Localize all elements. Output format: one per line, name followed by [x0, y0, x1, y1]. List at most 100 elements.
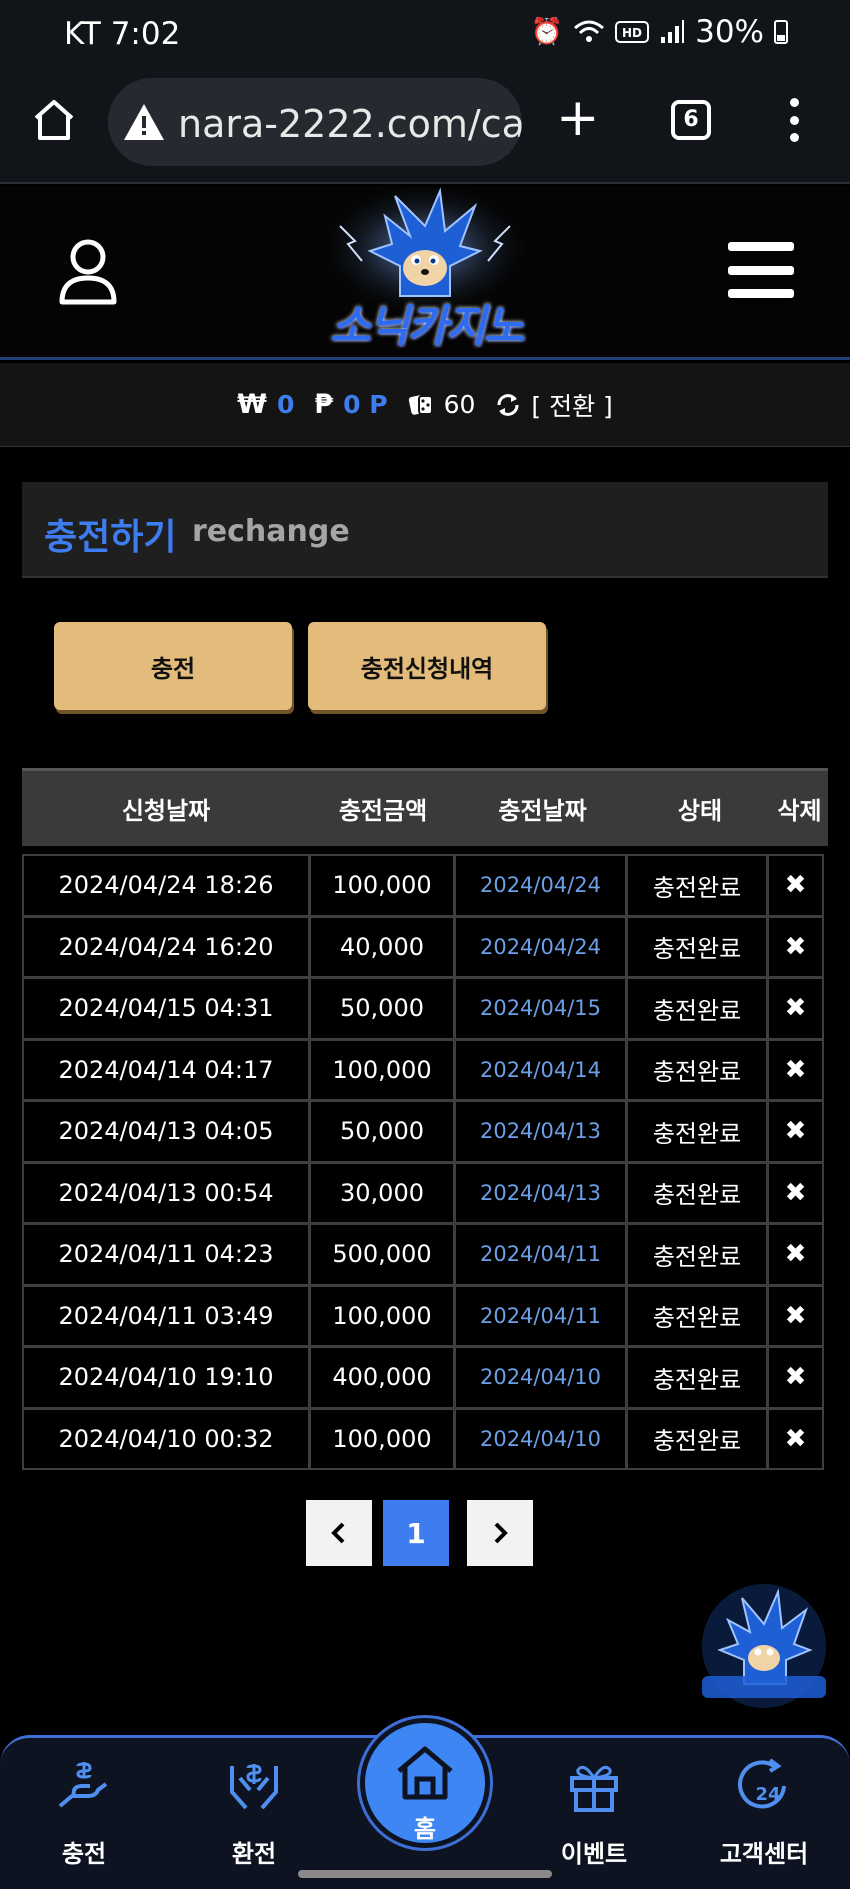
more-options-icon[interactable] — [786, 98, 802, 142]
nav-event[interactable]: 이벤트 — [534, 1756, 654, 1869]
header-amount: 충전금액 — [338, 797, 428, 825]
hamburger-menu-icon[interactable] — [728, 242, 794, 298]
logo-text: 소닉카지노 — [330, 301, 524, 352]
point-balance: ₱ 0 P — [314, 389, 387, 420]
cell-charged: 2024/04/11 — [454, 1223, 627, 1286]
battery-icon — [774, 20, 788, 44]
exchange-hands-icon[interactable] — [224, 1756, 284, 1816]
header-delete: 삭제 — [777, 797, 822, 825]
cell-status: 충전완료 — [626, 854, 768, 917]
nav-exchange[interactable]: 환전 — [194, 1756, 314, 1869]
delete-icon[interactable]: ✖ — [767, 1223, 824, 1286]
cell-requested: 2024/04/11 03:49 — [22, 1284, 310, 1347]
charge-history-button[interactable]: 충전신청내역 — [308, 622, 546, 710]
cell-status: 충전완료 — [626, 1038, 768, 1101]
chevron-left-icon[interactable] — [327, 1521, 351, 1545]
header-status: 상태 — [677, 797, 723, 825]
signal-icon — [661, 20, 685, 43]
charge-button[interactable]: 충전 — [54, 622, 292, 710]
cell-amount: 100,000 — [309, 1284, 455, 1347]
cell-charged: 2024/04/10 — [454, 1346, 627, 1409]
nav-home[interactable]: 홈 — [360, 1718, 490, 1848]
table-header: 신청날짜 충전금액 충전날짜 상태 삭제 — [22, 768, 828, 846]
delete-icon[interactable]: ✖ — [767, 1346, 824, 1409]
delete-icon[interactable]: ✖ — [767, 1038, 824, 1101]
site-logo[interactable]: 소닉카지노 — [300, 186, 550, 356]
charge-hand-icon[interactable] — [54, 1756, 114, 1816]
cell-requested: 2024/04/10 00:32 — [22, 1407, 310, 1470]
delete-icon[interactable]: ✖ — [767, 1407, 824, 1470]
delete-icon[interactable]: ✖ — [767, 1161, 824, 1224]
convert-button[interactable]: [ 전환 ] — [495, 387, 613, 423]
cell-amount: 100,000 — [309, 1038, 455, 1101]
wifi-icon — [574, 20, 605, 42]
cell-status: 충전완료 — [626, 977, 768, 1040]
delete-icon[interactable]: ✖ — [767, 854, 824, 917]
cell-status: 충전완료 — [626, 1407, 768, 1470]
table-row: 2024/04/11 03:49 100,000 2024/04/11 충전완료… — [22, 1284, 828, 1347]
cell-charged: 2024/04/14 — [454, 1038, 627, 1101]
won-balance: ₩ 0 — [237, 389, 294, 420]
current-page-button[interactable]: 1 — [383, 1500, 449, 1566]
delete-icon[interactable]: ✖ — [767, 915, 824, 978]
nav-support-label[interactable]: 고객센터 — [704, 1834, 824, 1869]
table-body: 2024/04/24 18:26 100,000 2024/04/24 충전완료… — [22, 854, 828, 1470]
cell-charged: 2024/04/24 — [454, 915, 627, 978]
browser-toolbar: nara-2222.com/cas + 6 — [0, 72, 850, 184]
home-icon[interactable] — [30, 96, 78, 144]
status-icons: ⏰ HD 30% — [531, 14, 788, 50]
cell-requested: 2024/04/11 04:23 — [22, 1223, 310, 1286]
charge-history-table: 신청날짜 충전금액 충전날짜 상태 삭제 2024/04/24 18:26 10… — [22, 768, 828, 1470]
cell-charged: 2024/04/11 — [454, 1284, 627, 1347]
floating-mascot-icon[interactable] — [698, 1580, 830, 1712]
cell-amount: 500,000 — [309, 1223, 455, 1286]
cell-status: 충전완료 — [626, 915, 768, 978]
bottom-navigation: 충전 환전 홈 이벤트 24 고객센터 — [0, 1718, 850, 1889]
nav-charge-label[interactable]: 충전 — [24, 1834, 144, 1869]
gift-icon[interactable] — [564, 1756, 624, 1816]
chevron-right-icon[interactable] — [488, 1521, 512, 1545]
tab-count-button[interactable]: 6 — [671, 100, 711, 140]
chip-value: 60 — [443, 390, 476, 419]
refresh-icon[interactable] — [495, 392, 521, 418]
cell-amount: 400,000 — [309, 1346, 455, 1409]
won-icon: ₩ — [237, 389, 267, 420]
nav-support[interactable]: 24 고객센터 — [704, 1756, 824, 1869]
new-tab-icon[interactable]: + — [556, 92, 600, 144]
prev-page-button[interactable] — [306, 1500, 372, 1566]
delete-icon[interactable]: ✖ — [767, 1100, 824, 1163]
svg-text:HD: HD — [622, 26, 642, 40]
delete-icon[interactable]: ✖ — [767, 977, 824, 1040]
convert-label[interactable]: [ 전환 ] — [531, 387, 612, 423]
delete-icon[interactable]: ✖ — [767, 1284, 824, 1347]
next-page-button[interactable] — [467, 1500, 533, 1566]
nav-event-label[interactable]: 이벤트 — [534, 1834, 654, 1869]
user-icon[interactable] — [58, 238, 118, 306]
table-row: 2024/04/10 19:10 400,000 2024/04/10 충전완료… — [22, 1346, 828, 1409]
carrier-time: KT 7:02 — [64, 16, 181, 52]
nav-home-label[interactable]: 홈 — [365, 1809, 485, 1844]
svg-text:24: 24 — [755, 1784, 780, 1805]
address-bar[interactable]: nara-2222.com/cas — [108, 78, 522, 166]
url-text[interactable]: nara-2222.com/cas — [178, 102, 522, 146]
cell-status: 충전완료 — [626, 1100, 768, 1163]
cell-amount: 100,000 — [309, 854, 455, 917]
cell-status: 충전완료 — [626, 1346, 768, 1409]
gesture-bar — [298, 1870, 552, 1878]
cell-amount: 50,000 — [309, 1100, 455, 1163]
warning-icon[interactable] — [122, 100, 166, 144]
cell-requested: 2024/04/14 04:17 — [22, 1038, 310, 1101]
dice-icon — [408, 394, 433, 415]
header-requested-date: 신청날짜 — [121, 797, 211, 825]
nav-charge[interactable]: 충전 — [24, 1756, 144, 1869]
table-row: 2024/04/11 04:23 500,000 2024/04/11 충전완료… — [22, 1223, 828, 1286]
nav-exchange-label[interactable]: 환전 — [194, 1834, 314, 1869]
support-24-icon[interactable]: 24 — [734, 1756, 794, 1816]
cell-requested: 2024/04/24 16:20 — [22, 915, 310, 978]
hd-icon: HD — [615, 21, 650, 43]
table-row: 2024/04/10 00:32 100,000 2024/04/10 충전완료… — [22, 1407, 828, 1470]
home-icon[interactable] — [393, 1741, 457, 1805]
title-english: rechange — [192, 514, 350, 549]
point-icon: ₱ — [314, 389, 334, 420]
cell-amount: 40,000 — [309, 915, 455, 978]
